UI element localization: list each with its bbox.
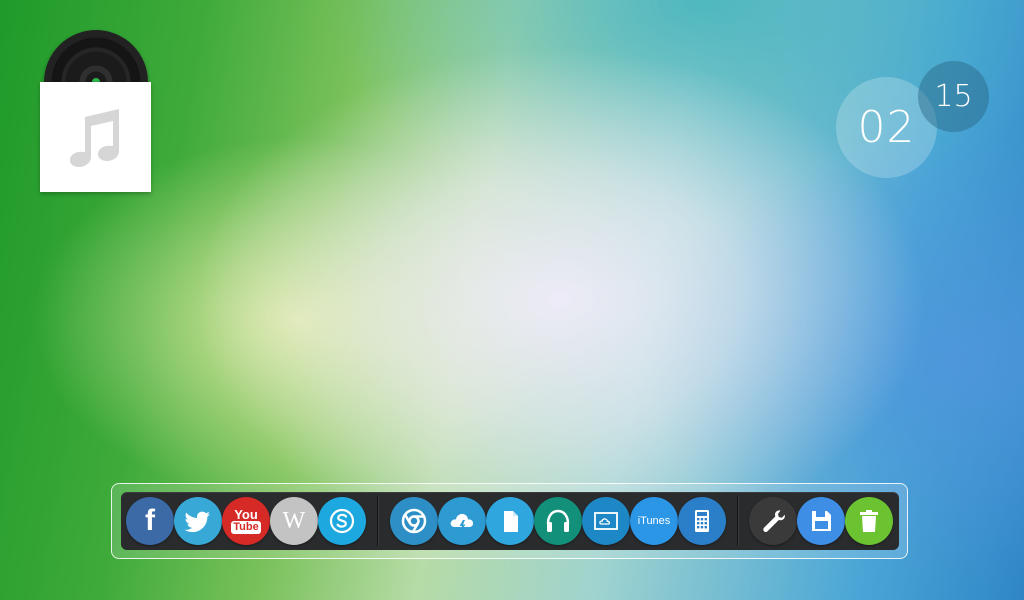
itunes-icon[interactable]: iTunes: [630, 497, 678, 545]
floppy-disk-icon: [812, 511, 831, 531]
music-note-icon: [69, 109, 119, 167]
facebook-icon[interactable]: f: [126, 497, 174, 545]
youtube-label-top: You: [234, 507, 258, 522]
dock: f You Tube W iTunes: [121, 492, 899, 550]
trash-bin-icon: [860, 510, 878, 532]
document-icon[interactable]: [486, 497, 534, 545]
settings-wrench-icon[interactable]: [749, 497, 797, 545]
chrome-logo-icon: [401, 508, 427, 534]
save-floppy-icon[interactable]: [797, 497, 845, 545]
twitter-icon[interactable]: [174, 497, 222, 545]
facebook-label: f: [145, 504, 155, 537]
music-widget[interactable]: [40, 28, 152, 193]
calculator-glyph-icon: [695, 510, 709, 532]
dock-separator: [737, 496, 738, 546]
cloud-storm-icon[interactable]: [438, 497, 486, 545]
itunes-label: iTunes: [637, 515, 671, 527]
wikipedia-icon[interactable]: W: [270, 497, 318, 545]
skype-logo-icon: [329, 508, 355, 534]
clock-minutes: 15: [918, 61, 989, 132]
screen-cloud-icon[interactable]: [582, 497, 630, 545]
twitter-bird-icon: [184, 511, 210, 533]
youtube-icon[interactable]: You Tube: [222, 497, 270, 545]
headphones-glyph-icon: [546, 509, 570, 532]
monitor-cloud-icon: [594, 512, 618, 530]
file-icon: [504, 511, 518, 532]
wikipedia-label: W: [282, 507, 306, 534]
chrome-icon[interactable]: [390, 497, 438, 545]
headphones-icon[interactable]: [534, 497, 582, 545]
calculator-icon[interactable]: [678, 497, 726, 545]
dock-separator: [377, 496, 378, 546]
skype-icon[interactable]: [318, 497, 366, 545]
album-art[interactable]: [40, 82, 151, 192]
cloud-lightning-icon: [450, 513, 474, 532]
trash-icon[interactable]: [845, 497, 893, 545]
wrench-icon: [763, 510, 785, 533]
youtube-label-bottom: Tube: [231, 521, 261, 534]
